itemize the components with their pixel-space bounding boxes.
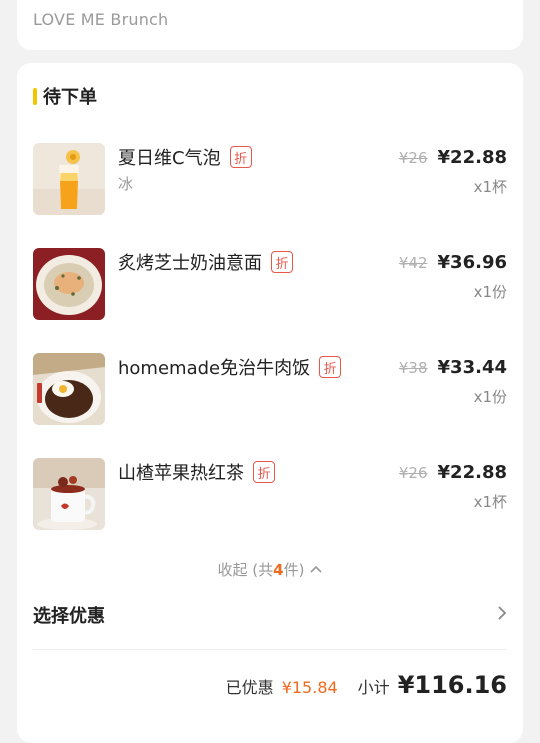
tea-image — [33, 458, 105, 530]
original-price: ¥38 — [398, 359, 428, 377]
divider — [33, 649, 507, 650]
collapse-suffix: 件) — [283, 561, 305, 579]
item-spec: 冰 — [118, 175, 134, 193]
item-name: 夏日维C气泡 — [118, 148, 221, 169]
original-price: ¥26 — [398, 149, 428, 167]
order-item[interactable]: homemade免治牛肉饭 折 ¥38 ¥33.44 x1份 — [33, 353, 507, 425]
section-title: 待下单 — [33, 85, 97, 108]
current-price: ¥22.88 — [437, 462, 507, 483]
store-name: LOVE ME Brunch — [33, 10, 169, 29]
discount-amount: ¥15.84 — [281, 678, 338, 697]
order-item[interactable]: 夏日维C气泡 折 冰 ¥26 ¥22.88 x1杯 — [33, 143, 507, 215]
current-price: ¥36.96 — [437, 252, 507, 273]
order-summary: 已优惠 ¥15.84 小计 ¥116.16 — [226, 671, 507, 699]
discount-tag: 折 — [253, 461, 275, 483]
item-quantity: x1杯 — [473, 178, 507, 196]
select-promotion-row[interactable]: 选择优惠 — [33, 599, 507, 631]
current-price: ¥22.88 — [437, 147, 507, 168]
order-card: 待下单 夏日维C气泡 折 冰 ¥26 ¥22.88 x1杯 炙烤芝士奶油意面 折… — [17, 63, 523, 743]
title-accent-bar — [33, 87, 37, 105]
store-card: LOVE ME Brunch — [17, 0, 523, 50]
order-item[interactable]: 山楂苹果热红茶 折 ¥26 ¥22.88 x1杯 — [33, 458, 507, 530]
collapse-toggle[interactable]: 收起 (共4件) — [17, 559, 523, 580]
item-name: homemade免治牛肉饭 — [118, 358, 311, 379]
discount-tag: 折 — [271, 251, 293, 273]
item-count: 4 — [273, 561, 284, 579]
discount-label: 已优惠 — [225, 678, 274, 697]
item-quantity: x1份 — [473, 283, 507, 301]
order-item[interactable]: 炙烤芝士奶油意面 折 ¥42 ¥36.96 x1份 — [33, 248, 507, 320]
discount-tag: 折 — [319, 356, 342, 378]
item-quantity: x1杯 — [473, 493, 507, 511]
item-quantity: x1份 — [473, 388, 507, 406]
collapse-prefix: 收起 (共 — [217, 561, 274, 579]
item-name: 山楂苹果热红茶 — [118, 463, 244, 484]
chevron-right-icon — [497, 605, 507, 626]
chevron-up-icon — [310, 562, 323, 576]
discount-tag: 折 — [229, 146, 252, 168]
beef-rice-image — [33, 353, 105, 425]
promo-label: 选择优惠 — [33, 606, 105, 627]
subtotal-label: 小计 — [357, 678, 390, 697]
section-title-text: 待下单 — [43, 87, 97, 108]
orange-soda-image — [33, 143, 105, 215]
original-price: ¥26 — [398, 464, 428, 482]
item-name: 炙烤芝士奶油意面 — [118, 253, 262, 274]
original-price: ¥42 — [398, 254, 428, 272]
current-price: ¥33.44 — [437, 357, 507, 378]
pasta-image — [33, 248, 105, 320]
subtotal-amount: ¥116.16 — [397, 671, 507, 699]
